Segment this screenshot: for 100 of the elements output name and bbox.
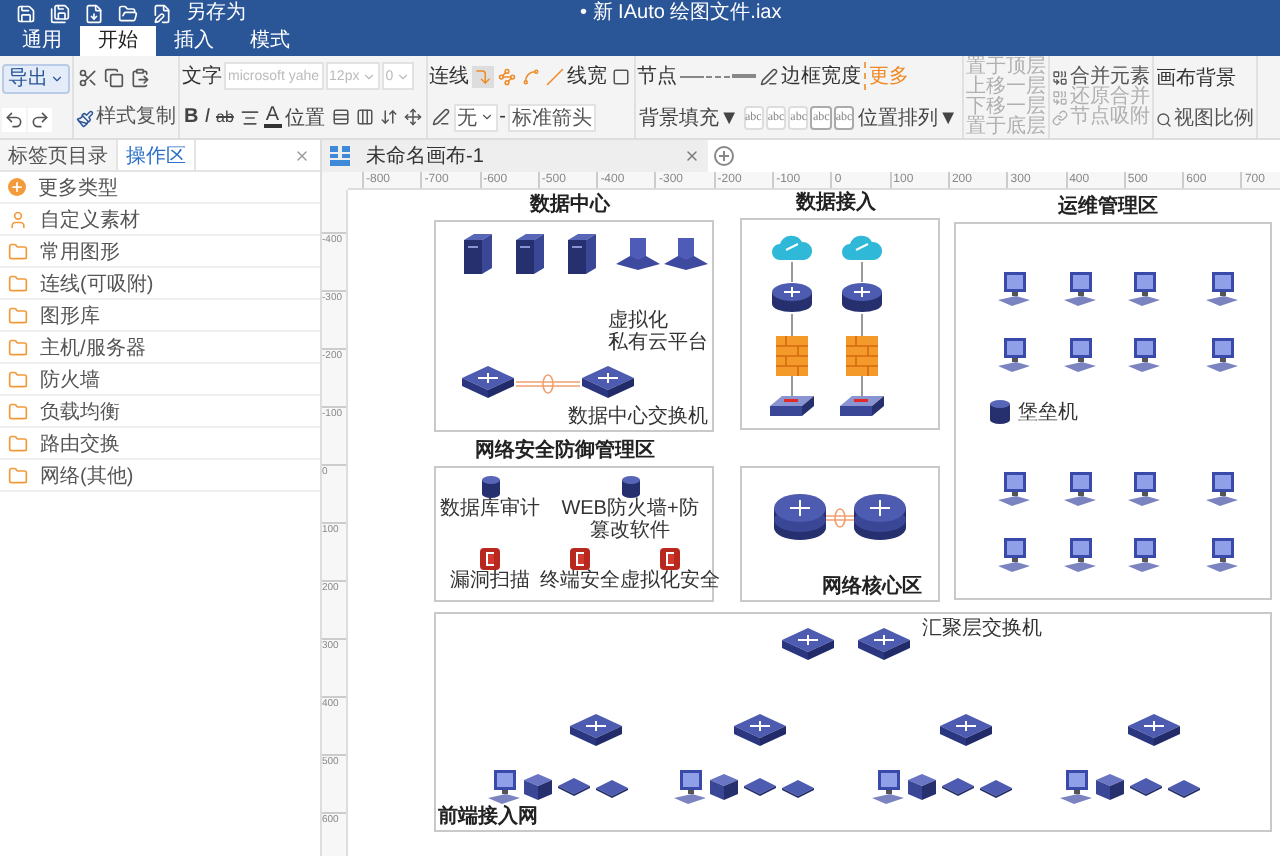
diagram-label: 私有云平台 <box>608 332 708 354</box>
computer-icon <box>1206 272 1238 306</box>
connector-line <box>860 262 864 282</box>
category-label: 图形库 <box>40 303 100 329</box>
export-button[interactable]: 导出 <box>2 63 70 93</box>
border-width-label: 边框宽度 <box>781 63 862 91</box>
canvas-tab-label: 未命名画布-1 <box>366 143 484 170</box>
add-tab-button[interactable] <box>708 146 740 166</box>
zone-title: 前端接入网 <box>438 806 538 828</box>
slab-icon <box>1168 780 1200 798</box>
zoom-button[interactable]: 视图比例 <box>1156 109 1255 130</box>
paintbrush-icon <box>76 109 94 128</box>
computer-icon <box>1206 538 1238 572</box>
slab-icon <box>942 778 974 796</box>
redo-button[interactable] <box>28 107 52 131</box>
strikethrough-button[interactable]: ab <box>214 108 236 127</box>
align-button[interactable] <box>237 105 262 130</box>
pyramid-icon <box>616 238 660 270</box>
database-icon <box>990 400 1010 424</box>
font-color-button[interactable]: A <box>263 106 282 129</box>
category-label: 负载均衡 <box>40 399 120 425</box>
position-button[interactable]: 位置 <box>283 103 328 132</box>
distribute-button[interactable] <box>353 106 376 129</box>
line-width-label: 线宽 <box>567 63 608 91</box>
computer-icon <box>1128 338 1160 372</box>
canvas-background-label: 画布背景 <box>1156 65 1237 93</box>
switch-icon <box>732 714 788 746</box>
menu-tab[interactable]: 通用 <box>4 26 80 56</box>
shape-category-item[interactable]: 图形库 <box>0 300 320 332</box>
link-icon <box>1052 109 1069 125</box>
caret-icon <box>395 69 410 84</box>
zone-title: 数据接入 <box>796 192 876 214</box>
slab-icon <box>980 780 1012 798</box>
router-icon <box>772 282 812 314</box>
shape-category-item[interactable]: 网络(其他) <box>0 460 320 492</box>
italic-button[interactable]: I <box>202 106 213 129</box>
connector-line <box>860 376 864 396</box>
border-color-button[interactable] <box>757 65 780 88</box>
fill-button[interactable]: 背景填充▼ <box>637 103 741 132</box>
connector-line <box>790 314 794 336</box>
copy-button[interactable] <box>102 65 126 90</box>
shape-category-item[interactable]: 自定义素材 <box>0 204 320 236</box>
diagram-label: 虚拟化 <box>608 310 668 332</box>
shape-category-item[interactable]: 路由交换 <box>0 428 320 460</box>
arrange-button[interactable]: 位置排列▼ <box>856 103 961 132</box>
canvas-icon <box>330 146 350 166</box>
folder-icon <box>8 273 28 293</box>
save-all-icon <box>50 3 70 23</box>
merge-button[interactable]: 合并元素 <box>1052 67 1151 87</box>
text-label: 文字 <box>182 63 222 91</box>
link-drawing <box>516 374 580 394</box>
panel-tab[interactable]: 操作区 <box>118 140 196 170</box>
computer-icon <box>488 770 520 804</box>
canvas-tab[interactable]: 未命名画布-1 <box>322 140 708 172</box>
shape-category-item[interactable]: 常用图形 <box>0 236 320 268</box>
bold-button[interactable]: B <box>182 106 201 129</box>
move-button[interactable] <box>401 106 424 129</box>
server-icon <box>568 234 596 274</box>
shape-category-item[interactable]: 主机/服务器 <box>0 332 320 364</box>
folder-icon <box>118 3 138 23</box>
undo-button[interactable] <box>2 107 26 131</box>
diagram-label: 虚拟化安全 <box>620 569 720 592</box>
close-icon[interactable] <box>684 148 700 164</box>
pyramid-icon <box>664 238 708 270</box>
close-icon <box>294 147 310 163</box>
file-edit-icon <box>152 3 172 23</box>
shape-category-item[interactable]: 更多类型 <box>0 172 320 204</box>
computer-icon <box>1206 338 1238 372</box>
menu-tab[interactable]: 插入 <box>156 26 232 56</box>
security-appliance-icon <box>480 547 500 570</box>
menu-tab[interactable]: 开始 <box>80 26 156 56</box>
computer-icon <box>998 272 1030 306</box>
merge-icon <box>1052 69 1069 85</box>
add-icon <box>8 178 26 196</box>
zone-title: 网络核心区 <box>822 576 922 598</box>
category-label: 自定义素材 <box>40 207 140 233</box>
folder-icon <box>8 241 28 261</box>
category-label: 常用图形 <box>40 239 120 265</box>
line-width-button[interactable] <box>609 65 632 88</box>
arrow-select[interactable]: 标准箭头 <box>507 103 596 132</box>
computer-icon <box>1128 272 1160 306</box>
paste-button[interactable] <box>128 65 152 90</box>
cut-button[interactable] <box>76 65 100 90</box>
style-copy-button[interactable]: 样式复制 <box>76 108 176 129</box>
category-label: 防火墙 <box>40 367 100 393</box>
merge-icon <box>1052 89 1069 105</box>
line-color-button[interactable] <box>429 106 452 129</box>
core-router-icon <box>854 492 906 544</box>
connector-line <box>790 376 794 396</box>
connector-line <box>860 314 864 336</box>
line-pattern-select[interactable]: 无 <box>453 103 498 132</box>
shape-category-item[interactable]: 负载均衡 <box>0 396 320 428</box>
align-top-button[interactable] <box>329 106 352 129</box>
save-as-label[interactable]: 另存为 <box>186 2 246 24</box>
shape-category-item[interactable]: 防火墙 <box>0 364 320 396</box>
zone-title: 网络安全防御管理区 <box>475 440 655 462</box>
menu-tab[interactable]: 模式 <box>232 26 308 56</box>
caret-icon <box>361 69 376 84</box>
align-bottom-button[interactable] <box>377 106 400 129</box>
shape-category-item[interactable]: 连线(可吸附) <box>0 268 320 300</box>
